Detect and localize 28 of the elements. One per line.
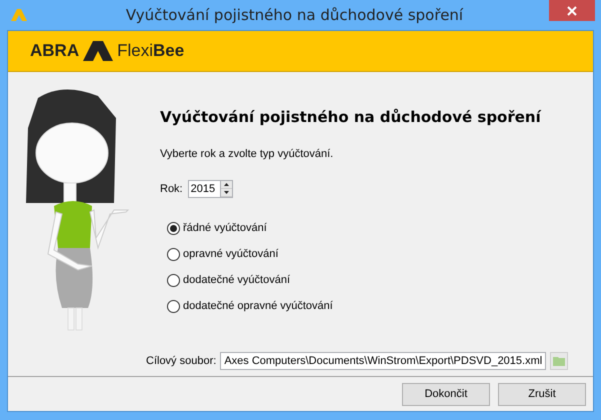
radio-label[interactable]: dodatečné vyúčtování bbox=[183, 274, 290, 286]
up-arrow-icon bbox=[224, 183, 229, 186]
folder-icon bbox=[552, 356, 566, 366]
down-arrow-icon bbox=[224, 191, 229, 194]
radio-label[interactable]: opravné vyúčtování bbox=[183, 248, 278, 260]
year-field[interactable]: 2015 bbox=[188, 180, 220, 198]
radio-label[interactable]: dodatečné opravné vyúčtování bbox=[183, 300, 333, 312]
target-file-field[interactable]: Axes Computers\Documents\WinStrom\Export\PDSVD_2015.xml bbox=[220, 352, 546, 370]
radio-button[interactable] bbox=[167, 274, 180, 286]
year-label: Rok: bbox=[160, 183, 183, 195]
decrement-button[interactable] bbox=[220, 189, 232, 197]
window-title: Vyúčtování pojistného na důchodové spoření bbox=[124, 6, 464, 24]
app-logo-icon bbox=[11, 9, 27, 21]
page-heading: Vyúčtování pojistného na důchodové spoření bbox=[160, 108, 542, 126]
instruction-text: Vyberte rok a zvolte typ vyúčtování. bbox=[160, 148, 334, 160]
brand-logo-icon bbox=[83, 41, 114, 61]
close-icon bbox=[567, 6, 577, 16]
target-file-label: Cílový soubor: bbox=[146, 355, 216, 367]
dialog-button[interactable]: Zrušit bbox=[498, 382, 586, 406]
product-name: FlexiBee bbox=[117, 41, 184, 61]
close-button[interactable] bbox=[549, 0, 595, 21]
increment-button[interactable] bbox=[220, 181, 232, 189]
radio-button[interactable] bbox=[167, 300, 180, 312]
dialog-button[interactable]: Dokončit bbox=[402, 382, 490, 406]
radio-button[interactable] bbox=[167, 222, 180, 234]
radio-label[interactable]: řádné vyúčtování bbox=[183, 222, 267, 234]
radio-button[interactable] bbox=[167, 248, 180, 260]
brand-name: ABRA bbox=[30, 41, 80, 61]
